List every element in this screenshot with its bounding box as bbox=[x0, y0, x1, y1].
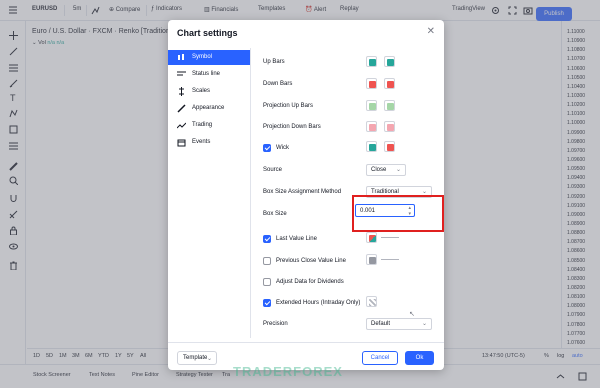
precision-label: Precision bbox=[263, 321, 288, 327]
up-bars-border-color[interactable] bbox=[384, 56, 395, 67]
color-fill bbox=[387, 59, 394, 66]
source-select[interactable]: Close ⌄ bbox=[366, 164, 406, 176]
color-fill bbox=[387, 81, 394, 88]
status-line-icon bbox=[177, 70, 186, 79]
settings-content: Up Bars Down Bars Projection Up Bars Pro… bbox=[250, 48, 444, 338]
tab-events-label: Events bbox=[192, 139, 211, 145]
chevron-down-icon: ⌄ bbox=[395, 167, 401, 173]
previous-close-label: Previous Close Value Line bbox=[276, 258, 346, 264]
previous-close-line-style[interactable] bbox=[381, 259, 399, 260]
precision-value: Default bbox=[371, 321, 391, 327]
down-bars-label: Down Bars bbox=[263, 81, 293, 87]
projection-up-border-color[interactable] bbox=[384, 100, 395, 111]
projection-up-label: Projection Up Bars bbox=[263, 103, 314, 109]
precision-select[interactable]: Default ⌄ bbox=[366, 318, 432, 330]
last-value-color[interactable] bbox=[366, 232, 377, 243]
trading-icon bbox=[176, 121, 187, 130]
candles-icon bbox=[177, 53, 186, 62]
last-value-line-style[interactable] bbox=[381, 237, 399, 238]
method-label: Box Size Assignment Method bbox=[263, 189, 342, 195]
projection-up-body-color[interactable] bbox=[366, 100, 377, 111]
down-bars-border-color[interactable] bbox=[384, 78, 395, 89]
color-fill bbox=[369, 124, 376, 131]
watermark-logo: TRADERFOREX bbox=[233, 364, 343, 379]
source-value: Close bbox=[371, 167, 387, 173]
chevron-down-icon: ⌄ bbox=[206, 356, 212, 362]
extended-hours-checkbox[interactable] bbox=[263, 299, 271, 307]
color-fill bbox=[369, 103, 376, 110]
color-fill bbox=[387, 124, 394, 131]
projection-down-label: Projection Down Bars bbox=[263, 124, 321, 130]
color-fill bbox=[369, 257, 376, 264]
cursor-icon: ↖ bbox=[409, 311, 415, 318]
ok-button[interactable]: Ok bbox=[405, 351, 434, 365]
settings-nav: Symbol Status line Scales Appearance Tra… bbox=[168, 48, 250, 338]
down-bars-body-color[interactable] bbox=[366, 78, 377, 89]
tab-scales[interactable]: Scales bbox=[168, 84, 250, 99]
adjust-dividends-checkbox[interactable] bbox=[263, 278, 271, 286]
wick-down-color[interactable] bbox=[384, 141, 395, 152]
projection-down-body-color[interactable] bbox=[366, 121, 377, 132]
up-bars-label: Up Bars bbox=[263, 59, 285, 65]
color-fill bbox=[369, 144, 376, 151]
template-dropdown[interactable]: Template ⌄ bbox=[177, 351, 217, 365]
calendar-icon bbox=[177, 138, 186, 147]
close-icon[interactable]: ✕ bbox=[427, 26, 435, 37]
previous-close-checkbox[interactable] bbox=[263, 257, 271, 265]
color-fill bbox=[387, 144, 394, 151]
color-fill bbox=[369, 59, 376, 66]
last-value-checkbox[interactable] bbox=[263, 235, 271, 243]
scales-icon bbox=[177, 87, 186, 96]
color-fill bbox=[369, 299, 376, 306]
color-fill bbox=[369, 81, 376, 88]
dialog-title: Chart settings bbox=[177, 28, 238, 38]
tab-scales-label: Scales bbox=[192, 88, 211, 94]
up-bars-body-color[interactable] bbox=[366, 56, 377, 67]
source-label: Source bbox=[263, 167, 283, 173]
box-size-label: Box Size bbox=[263, 211, 287, 217]
previous-close-color[interactable] bbox=[366, 254, 377, 265]
tab-status-line-label: Status line bbox=[192, 71, 221, 77]
tab-trading[interactable]: Trading bbox=[168, 118, 250, 133]
wick-label: Wick bbox=[276, 145, 289, 151]
wick-up-color[interactable] bbox=[366, 141, 377, 152]
tab-events[interactable]: Events bbox=[168, 135, 250, 150]
template-label: Template bbox=[183, 355, 208, 361]
tab-symbol-label: Symbol bbox=[192, 54, 213, 60]
wick-checkbox[interactable] bbox=[263, 144, 271, 152]
last-value-label: Last Value Line bbox=[276, 236, 317, 242]
tab-trading-label: Trading bbox=[192, 122, 213, 128]
chevron-down-icon: ⌄ bbox=[421, 321, 427, 327]
cancel-button[interactable]: Cancel bbox=[362, 351, 398, 365]
color-fill bbox=[387, 103, 394, 110]
adjust-dividends-label: Adjust Data for Dividends bbox=[276, 279, 344, 285]
chevron-down-icon: ⌄ bbox=[421, 189, 427, 195]
brush-icon bbox=[177, 104, 186, 113]
color-fill bbox=[369, 235, 376, 242]
tab-appearance-label: Appearance bbox=[192, 105, 225, 111]
tab-symbol[interactable]: Symbol bbox=[168, 50, 250, 65]
highlight-box bbox=[352, 195, 444, 232]
projection-down-border-color[interactable] bbox=[384, 121, 395, 132]
extended-hours-color[interactable] bbox=[366, 296, 377, 307]
tab-status-line[interactable]: Status line bbox=[168, 67, 250, 82]
extended-hours-label: Extended Hours (Intraday Only) bbox=[276, 300, 361, 306]
tab-appearance[interactable]: Appearance bbox=[168, 101, 250, 116]
